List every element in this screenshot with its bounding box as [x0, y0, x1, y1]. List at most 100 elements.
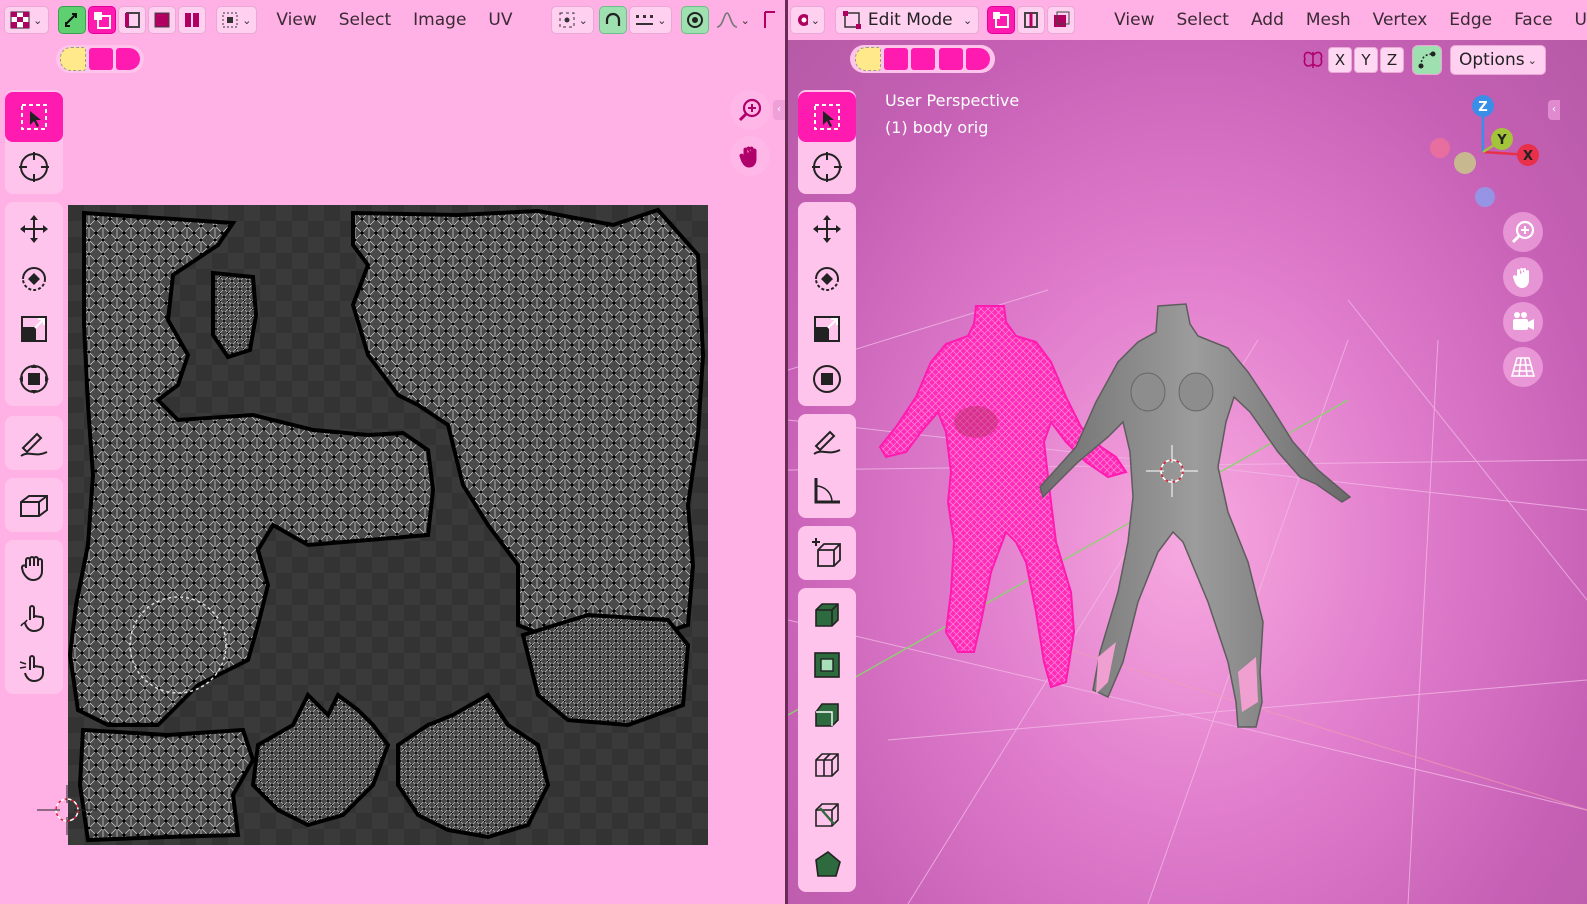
proportional-editing-button[interactable] — [681, 6, 710, 34]
island-select-icon — [185, 13, 200, 27]
mirror-x-button[interactable]: X — [1328, 47, 1352, 73]
vp-move-tool[interactable] — [798, 204, 856, 254]
select-extend-button[interactable] — [88, 48, 113, 70]
vp-extrude-tool[interactable] — [798, 590, 856, 640]
face-select-mode-button[interactable] — [148, 6, 177, 34]
edge-select-mode-button[interactable] — [118, 6, 147, 34]
rotate-tool[interactable] — [5, 254, 63, 304]
vp-cursor-tool[interactable] — [798, 142, 856, 192]
vp-select-new-button[interactable] — [854, 47, 881, 71]
vp-sidebar-toggle[interactable]: ‹ — [1548, 100, 1560, 120]
3d-viewport[interactable]: X Y Z Options ⌄ User Perspective (1) bod… — [788, 40, 1587, 904]
vp-transform-tool[interactable] — [798, 354, 856, 404]
vp-menu-face[interactable]: Face — [1503, 10, 1563, 30]
navigation-gizmo[interactable]: Z X Y — [1428, 92, 1548, 212]
vp-menu-select[interactable]: Select — [1166, 10, 1240, 30]
uv-menu-select[interactable]: Select — [328, 10, 402, 30]
reference-body-figure[interactable] — [1038, 302, 1358, 742]
vp-zoom-button[interactable] — [1503, 212, 1543, 252]
island-select-mode-button[interactable] — [178, 6, 207, 34]
vp-select-intersect-button[interactable] — [966, 48, 991, 70]
vp-pan-button[interactable] — [1503, 257, 1543, 297]
uv-editor-area[interactable]: ‹ — [0, 40, 785, 904]
relax-tool[interactable] — [5, 592, 63, 642]
pinch-tool[interactable] — [5, 642, 63, 692]
falloff-button[interactable]: ⌄ — [711, 6, 754, 34]
vp-knife-tool[interactable] — [798, 790, 856, 840]
vp-select-subtract-button[interactable] — [911, 48, 936, 70]
uv-menu-view[interactable]: View — [265, 10, 327, 30]
scale-tool[interactable] — [5, 304, 63, 354]
z-axis-label: Z — [1478, 100, 1487, 115]
mirror-y-button[interactable]: Y — [1354, 47, 1378, 73]
vp-menu-vertex[interactable]: Vertex — [1362, 10, 1439, 30]
uv-pan-button[interactable] — [730, 136, 770, 176]
uv-canvas[interactable] — [68, 205, 708, 845]
vp-ortho-toggle-button[interactable] — [1503, 347, 1543, 387]
vp-menu-edge[interactable]: Edge — [1438, 10, 1503, 30]
topology-icon — [1418, 51, 1436, 69]
pan-hand-icon — [1512, 267, 1529, 288]
y-axis-label: Y — [1496, 133, 1507, 148]
vp-face-select-button[interactable] — [1047, 6, 1076, 34]
vp-annotate-tool[interactable] — [798, 416, 856, 466]
mirror-butterfly-icon[interactable] — [1300, 47, 1326, 73]
move-tool[interactable] — [5, 204, 63, 254]
neg-z-axis-ball[interactable] — [1475, 187, 1495, 207]
vp-rotate-tool[interactable] — [798, 254, 856, 304]
snap-target-button[interactable]: ⌄ — [629, 6, 672, 34]
uv-menu-image[interactable]: Image — [402, 10, 477, 30]
vertex-select-mode-button[interactable] — [88, 6, 117, 34]
vp-menu-mesh[interactable]: Mesh — [1295, 10, 1362, 30]
viewport-header: ⌄ Edit Mode ⌄ View Select Add Mesh Verte… — [788, 0, 1587, 40]
mirror-z-button[interactable]: Z — [1380, 47, 1404, 73]
vp-bevel-tool[interactable] — [798, 690, 856, 740]
vp-poly-build-tool[interactable] — [798, 840, 856, 890]
vp-select-box-tool[interactable] — [798, 92, 856, 142]
vp-edge-select-button[interactable] — [1017, 6, 1046, 34]
editor-type-button[interactable]: ⌄ — [4, 6, 49, 34]
vp-scale-tool[interactable] — [798, 304, 856, 354]
mode-select[interactable]: Edit Mode ⌄ — [834, 6, 980, 34]
uv-zoom-button[interactable] — [730, 90, 770, 130]
uv-rip-tool-group — [5, 478, 63, 532]
vp-select-extend-button[interactable] — [884, 48, 909, 70]
3d-viewport-icon — [798, 14, 808, 26]
vp-menu-add[interactable]: Add — [1240, 10, 1295, 30]
transform-tool[interactable] — [5, 354, 63, 404]
vp-vertex-select-button[interactable] — [987, 6, 1016, 34]
vp-select-invert-button[interactable] — [938, 48, 963, 70]
relax-hand-icon — [20, 605, 44, 633]
sync-selection-button[interactable] — [58, 6, 87, 34]
vp-measure-tool[interactable] — [798, 466, 856, 516]
vp-add-cube-tool[interactable] — [798, 528, 856, 578]
uv-annotate-tool-group — [5, 416, 63, 470]
snap-increment-icon — [636, 15, 654, 25]
vp-toolbar — [798, 90, 856, 900]
auto-merge-button[interactable] — [1412, 45, 1442, 75]
neg-x-axis-ball[interactable] — [1430, 138, 1450, 158]
uv-sidebar-toggle[interactable]: ‹ — [773, 100, 785, 120]
scale-icon — [814, 316, 840, 342]
vp-camera-button[interactable] — [1503, 302, 1543, 342]
neg-y-axis-ball[interactable] — [1454, 152, 1476, 174]
rip-tool[interactable] — [5, 480, 63, 530]
grab-tool[interactable] — [5, 542, 63, 592]
snap-toggle-button[interactable] — [599, 6, 628, 34]
vp-inset-tool[interactable] — [798, 640, 856, 690]
vp-menu-uv[interactable]: U — [1564, 10, 1587, 30]
uv-cut-button[interactable] — [756, 6, 784, 34]
vp-loop-cut-tool[interactable] — [798, 740, 856, 790]
viewport-editor-type-button[interactable]: ⌄ — [790, 6, 825, 34]
select-subtract-button[interactable] — [115, 48, 140, 70]
cursor-tool[interactable] — [5, 142, 63, 192]
select-new-button[interactable] — [60, 47, 87, 71]
uv-menu-uv[interactable]: UV — [477, 10, 523, 30]
select-box-tool[interactable] — [5, 92, 63, 142]
vp-menu-view[interactable]: View — [1103, 10, 1165, 30]
options-dropdown[interactable]: Options ⌄ — [1450, 45, 1546, 75]
sticky-selection-button[interactable]: ⌄ — [215, 6, 257, 34]
zoom-in-icon — [1511, 220, 1535, 244]
annotate-tool[interactable] — [5, 418, 63, 468]
pivot-point-button[interactable]: ⌄ — [551, 6, 595, 34]
